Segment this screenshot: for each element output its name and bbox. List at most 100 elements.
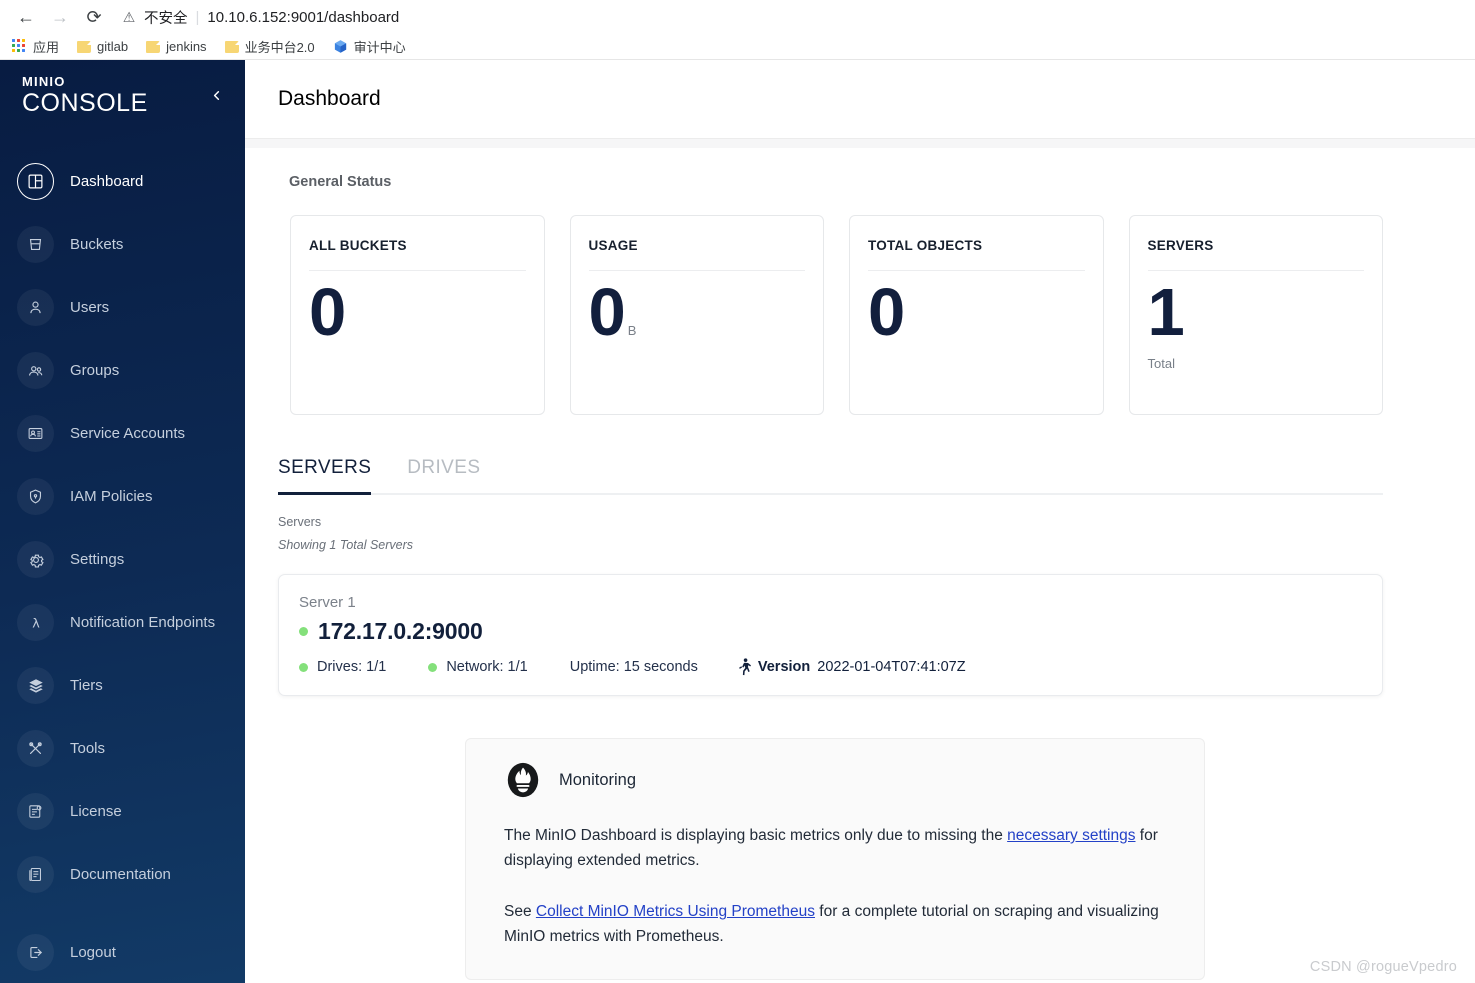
chevron-left-icon[interactable] <box>205 84 227 106</box>
folder-icon <box>77 40 92 53</box>
sidebar-item-label: Service Accounts <box>70 425 186 442</box>
prometheus-tutorial-link[interactable]: Collect MinIO Metrics Using Prometheus <box>536 903 815 920</box>
folder-icon <box>146 40 161 53</box>
sidebar-item-label: Users <box>70 299 110 316</box>
address-bar[interactable]: ⚠ 不安全 | 10.10.6.152:9001/dashboard <box>120 4 1465 30</box>
monitoring-panel: Monitoring The MinIO Dashboard is displa… <box>465 738 1205 981</box>
server-uptime-stat: Uptime: 15 seconds <box>570 659 698 675</box>
bookmark-business-platform[interactable]: 业务中台2.0 <box>224 37 324 56</box>
header-divider <box>245 139 1475 148</box>
sidebar-item-label: Tools <box>70 740 106 757</box>
sidebar-item-documentation[interactable]: Documentation <box>0 843 245 906</box>
forward-arrow-icon[interactable]: → <box>44 3 76 31</box>
bookmark-audit-center[interactable]: 审计中心 <box>333 37 415 56</box>
stat-card-divider <box>1147 270 1364 271</box>
gear-icon <box>17 541 54 578</box>
runner-icon <box>738 658 751 676</box>
bookmark-gitlab[interactable]: gitlab <box>77 39 137 54</box>
main-content: Dashboard General Status ALL BUCKETS 0 U… <box>245 60 1475 983</box>
shield-icon <box>17 478 54 515</box>
stat-card-value: 1 <box>1147 275 1185 350</box>
sidebar-item-logout[interactable]: Logout <box>0 921 245 983</box>
sidebar-item-tiers[interactable]: Tiers <box>0 654 245 717</box>
network-label: Network: 1/1 <box>446 659 528 675</box>
security-label: 不安全 <box>144 10 188 27</box>
tabs: SERVERS DRIVES <box>278 457 1383 495</box>
stat-card-divider <box>309 270 526 271</box>
apps-grid-icon <box>12 39 27 54</box>
server-drives-stat: Drives: 1/1 <box>299 659 386 675</box>
stat-card-usage[interactable]: USAGE 0 B <box>569 215 824 415</box>
stat-card-all-buckets[interactable]: ALL BUCKETS 0 <box>290 215 545 415</box>
user-icon <box>17 289 54 326</box>
sidebar-item-buckets[interactable]: Buckets <box>0 213 245 276</box>
brand-console-label: CONSOLE <box>22 88 148 117</box>
page-title: Dashboard <box>278 87 381 110</box>
layers-icon <box>17 667 54 704</box>
stat-card-servers[interactable]: SERVERS 1 Total <box>1128 215 1383 415</box>
lambda-icon: λ <box>17 604 54 641</box>
server-stats-row: Drives: 1/1 Network: 1/1 Uptime: 15 seco… <box>299 658 1360 676</box>
service-accounts-icon <box>17 415 54 452</box>
sidebar-item-dashboard[interactable]: Dashboard <box>0 150 245 213</box>
server-address-row: 172.17.0.2:9000 <box>299 618 1360 645</box>
bookmark-jenkins[interactable]: jenkins <box>146 39 215 54</box>
not-secure-warning-icon: ⚠ <box>122 8 136 25</box>
dashboard-icon <box>17 163 54 200</box>
reload-icon[interactable]: ⟳ <box>78 3 110 31</box>
stat-card-value-row: 0 <box>309 279 526 346</box>
monitoring-header: Monitoring <box>504 761 1176 799</box>
server-version-group: Version 2022-01-04T07:41:07Z <box>738 658 966 676</box>
stat-card-label: ALL BUCKETS <box>309 238 407 253</box>
stat-card-value-row: 0 B <box>589 279 806 346</box>
tab-drives[interactable]: DRIVES <box>407 457 498 493</box>
sidebar-item-license[interactable]: License <box>0 780 245 843</box>
bookmark-apps[interactable]: 应用 <box>12 37 68 56</box>
monitoring-paragraph-2: See Collect MinIO Metrics Using Promethe… <box>504 899 1164 949</box>
sidebar-item-notification-endpoints[interactable]: λ Notification Endpoints <box>0 591 245 654</box>
bookmark-label: 审计中心 <box>353 40 406 55</box>
sidebar-item-label: IAM Policies <box>70 488 153 505</box>
sidebar-item-tools[interactable]: Tools <box>0 717 245 780</box>
sidebar-item-groups[interactable]: Groups <box>0 339 245 402</box>
version-value: 2022-01-04T07:41:07Z <box>817 659 966 675</box>
sidebar-item-label: License <box>70 803 122 820</box>
monitoring-p1-before: The MinIO Dashboard is displaying basic … <box>504 827 1008 844</box>
sidebar-item-label: Logout <box>70 943 116 961</box>
license-icon <box>17 793 54 830</box>
sidebar-item-label: Notification Endpoints <box>70 614 216 631</box>
book-icon <box>17 856 54 893</box>
sidebar-item-service-accounts[interactable]: Service Accounts <box>0 402 245 465</box>
svg-text:λ: λ <box>32 616 40 631</box>
stat-card-unit: B <box>627 323 637 338</box>
monitoring-paragraph-1: The MinIO Dashboard is displaying basic … <box>504 823 1164 873</box>
server-name: Server 1 <box>299 594 356 611</box>
sidebar-nav: Dashboard Buckets Users Groups Service A… <box>0 150 245 906</box>
sidebar-item-label: Groups <box>70 362 120 379</box>
sidebar-footer: Logout <box>0 921 245 983</box>
logout-icon <box>17 933 54 971</box>
sidebar-item-iam-policies[interactable]: IAM Policies <box>0 465 245 528</box>
stat-card-subtext: Total <box>1147 356 1175 371</box>
bucket-icon <box>17 226 54 263</box>
url-text: 10.10.6.152:9001/dashboard <box>207 8 400 26</box>
back-arrow-icon[interactable]: ← <box>10 3 42 31</box>
sidebar-item-users[interactable]: Users <box>0 276 245 339</box>
stat-card-value-row: 0 <box>868 279 1085 346</box>
server-card[interactable]: Server 1 172.17.0.2:9000 Drives: 1/1 Net… <box>278 574 1383 696</box>
sidebar-item-label: Tiers <box>70 677 103 694</box>
stat-card-value: 0 <box>868 275 905 350</box>
tab-servers[interactable]: SERVERS <box>278 457 389 495</box>
server-network-stat: Network: 1/1 <box>428 659 528 675</box>
sidebar-item-settings[interactable]: Settings <box>0 528 245 591</box>
stat-card-divider <box>868 270 1085 271</box>
necessary-settings-link[interactable]: necessary settings <box>1007 827 1135 844</box>
cube-icon <box>333 39 348 54</box>
stat-card-total-objects[interactable]: TOTAL OBJECTS 0 <box>849 215 1104 415</box>
watermark: CSDN @rogueVpedro <box>1309 959 1457 975</box>
general-status-title: General Status <box>289 174 392 190</box>
prometheus-icon <box>504 761 542 799</box>
tools-icon <box>17 730 54 767</box>
page-header: Dashboard <box>245 60 1475 139</box>
bookmark-label: 应用 <box>33 40 60 55</box>
